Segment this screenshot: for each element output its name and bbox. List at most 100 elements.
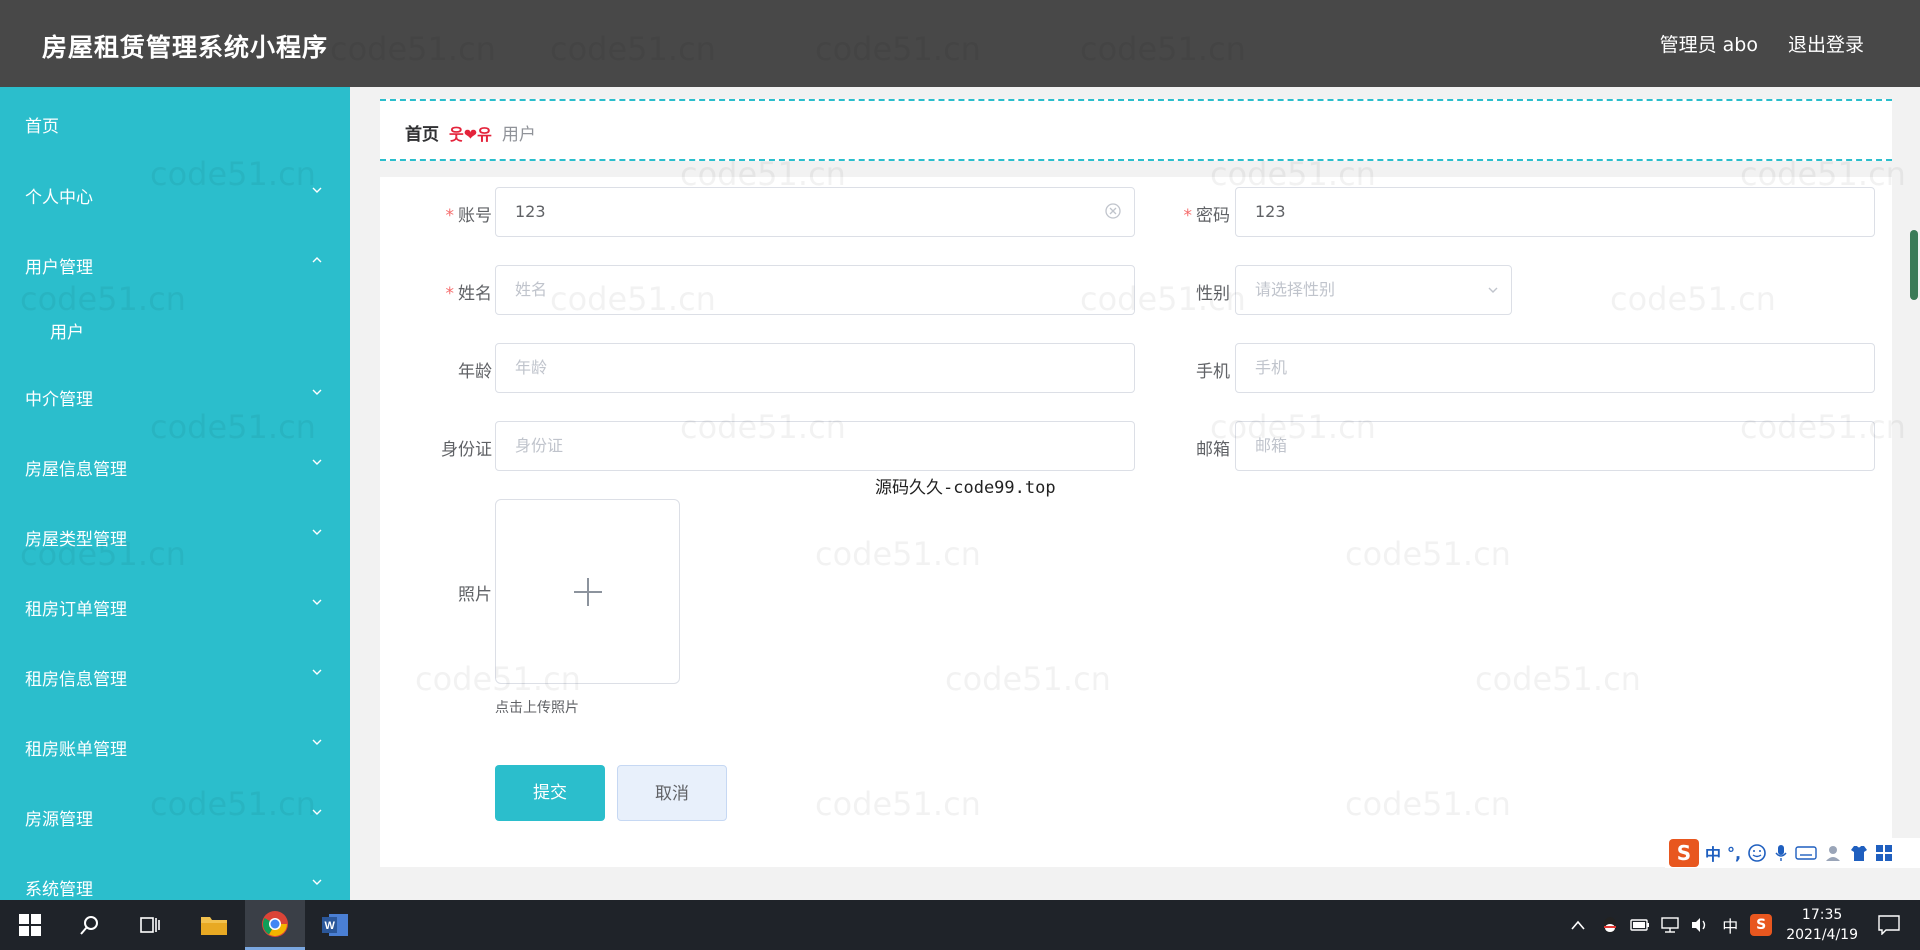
sogou-s-icon[interactable]: S bbox=[1669, 839, 1699, 867]
clear-icon[interactable] bbox=[1104, 202, 1122, 220]
cancel-button[interactable]: 取消 bbox=[617, 765, 727, 821]
submit-button[interactable]: 提交 bbox=[495, 765, 605, 821]
age-label: 年龄 bbox=[422, 357, 492, 382]
photo-upload[interactable] bbox=[495, 499, 680, 684]
volume-icon[interactable] bbox=[1690, 916, 1710, 934]
page-scrollbar[interactable] bbox=[1910, 230, 1918, 300]
skin-shirt-icon[interactable] bbox=[1849, 843, 1869, 863]
ime-punct-toggle[interactable]: °, bbox=[1727, 844, 1741, 863]
required-mark: * bbox=[445, 206, 455, 226]
sidebar-item-listing[interactable]: 房源管理 bbox=[0, 795, 350, 835]
account-input[interactable]: 123 bbox=[495, 187, 1135, 237]
sidebar-menu: 首页 个人中心 用户管理 用户 中介管理 房屋信息管理 房屋类型管理 租房订单管… bbox=[0, 87, 350, 900]
word-icon[interactable]: W bbox=[305, 900, 365, 950]
name-input[interactable]: 姓名 bbox=[495, 265, 1135, 315]
password-input[interactable]: 123 bbox=[1235, 187, 1875, 237]
ime-toolbar: S 中 °, bbox=[1665, 838, 1920, 868]
phone-input[interactable]: 手机 bbox=[1235, 343, 1875, 393]
grid-menu-icon[interactable] bbox=[1875, 844, 1893, 862]
sidebar-item-label: 系统管理 bbox=[25, 880, 93, 900]
gender-select[interactable]: 请选择性别 bbox=[1235, 265, 1512, 315]
age-label-text: 年龄 bbox=[458, 362, 492, 382]
breadcrumb: 首页 웃❤유 用户 bbox=[405, 120, 536, 146]
header-actions: 管理员 abo 退出登录 bbox=[1660, 30, 1864, 57]
sidebar-item-rent-info[interactable]: 租房信息管理 bbox=[0, 655, 350, 695]
sidebar-item-house-info[interactable]: 房屋信息管理 bbox=[0, 445, 350, 485]
email-input[interactable]: 邮箱 bbox=[1235, 421, 1875, 471]
age-input[interactable]: 年龄 bbox=[495, 343, 1135, 393]
account-label: * 账号 bbox=[422, 201, 493, 226]
sidebar-subitem-user[interactable]: 用户 bbox=[0, 311, 350, 345]
chrome-icon[interactable] bbox=[245, 900, 305, 950]
chevron-down-icon bbox=[312, 879, 322, 885]
breadcrumb-current: 用户 bbox=[501, 125, 536, 145]
sidebar-item-rent-bill[interactable]: 租房账单管理 bbox=[0, 725, 350, 765]
name-placeholder: 姓名 bbox=[515, 280, 548, 299]
photo-label: 照片 bbox=[422, 580, 492, 605]
ime-lang-indicator[interactable]: 中 bbox=[1722, 913, 1738, 937]
chevron-down-icon bbox=[312, 187, 322, 193]
file-explorer-icon[interactable] bbox=[184, 900, 244, 950]
clock-time: 17:35 bbox=[1801, 907, 1843, 923]
sidebar-item-system[interactable]: 系统管理 bbox=[0, 865, 350, 900]
account-label-text: 账号 bbox=[458, 206, 492, 226]
windows-start-icon[interactable] bbox=[0, 900, 60, 950]
chevron-down-icon bbox=[1488, 287, 1498, 293]
clock[interactable]: 17:35 2021/4/19 bbox=[1786, 905, 1858, 945]
user-form: * 账号 123 * 密码 123 * 姓名 姓名 性别 请选择性别 年龄 年龄 手机… bbox=[380, 177, 1892, 867]
notification-icon[interactable] bbox=[1878, 915, 1900, 935]
required-mark: * bbox=[1183, 206, 1193, 226]
app-title: 房屋租赁管理系统小程序 bbox=[42, 33, 329, 62]
admin-user-label[interactable]: 管理员 abo bbox=[1660, 30, 1758, 57]
name-label-text: 姓名 bbox=[458, 284, 492, 304]
ime-lang-toggle[interactable]: 中 bbox=[1705, 841, 1721, 865]
idcard-input[interactable]: 身份证 bbox=[495, 421, 1135, 471]
gender-label: 性别 bbox=[1160, 279, 1230, 304]
phone-label: 手机 bbox=[1160, 357, 1230, 382]
sidebar-item-rent-order[interactable]: 租房订单管理 bbox=[0, 585, 350, 625]
search-icon[interactable] bbox=[60, 900, 120, 950]
sidebar-item-house-type[interactable]: 房屋类型管理 bbox=[0, 515, 350, 555]
breadcrumb-separator: 웃❤유 bbox=[449, 124, 492, 144]
windows-taskbar: W 中 S 17:35 2021/4/19 bbox=[0, 900, 1920, 950]
qq-icon[interactable] bbox=[1600, 915, 1620, 935]
sidebar-item-label: 中介管理 bbox=[25, 390, 93, 410]
photo-label-text: 照片 bbox=[458, 585, 492, 605]
chevron-down-icon bbox=[312, 459, 322, 465]
svg-text:W: W bbox=[325, 920, 336, 932]
main-content: 首页 웃❤유 用户 * 账号 123 * 密码 123 * 姓名 姓名 性别 请选择性… bbox=[350, 87, 1920, 900]
breadcrumb-home[interactable]: 首页 bbox=[405, 120, 439, 145]
clock-date: 2021/4/19 bbox=[1786, 927, 1858, 943]
battery-icon[interactable] bbox=[1630, 917, 1650, 933]
network-icon[interactable] bbox=[1660, 916, 1680, 934]
chevron-down-icon bbox=[312, 389, 322, 395]
task-view-icon[interactable] bbox=[120, 900, 180, 950]
chevron-down-icon bbox=[312, 599, 322, 605]
top-header: 房屋租赁管理系统小程序 管理员 abo 退出登录 bbox=[0, 0, 1920, 87]
name-label: * 姓名 bbox=[422, 279, 493, 304]
chevron-up-icon[interactable] bbox=[1570, 919, 1586, 931]
gender-placeholder: 请选择性别 bbox=[1255, 280, 1336, 299]
sidebar-item-user-management[interactable]: 用户管理 bbox=[0, 243, 350, 283]
sidebar-item-personal-center[interactable]: 个人中心 bbox=[0, 173, 350, 213]
email-label: 邮箱 bbox=[1160, 435, 1230, 460]
user-icon[interactable] bbox=[1823, 843, 1843, 863]
sidebar-item-home[interactable]: 首页 bbox=[0, 102, 350, 142]
breadcrumb-bar: 首页 웃❤유 用户 bbox=[380, 99, 1892, 161]
sidebar-item-label: 租房账单管理 bbox=[25, 740, 127, 760]
email-label-text: 邮箱 bbox=[1196, 440, 1230, 460]
age-placeholder: 年龄 bbox=[515, 358, 548, 377]
account-value: 123 bbox=[515, 202, 546, 221]
sidebar-item-label: 房源管理 bbox=[25, 810, 93, 830]
phone-placeholder: 手机 bbox=[1255, 358, 1288, 377]
chevron-down-icon bbox=[312, 739, 322, 745]
keyboard-icon[interactable] bbox=[1795, 845, 1817, 861]
required-mark: * bbox=[445, 284, 455, 304]
logout-button[interactable]: 退出登录 bbox=[1788, 30, 1864, 57]
sidebar-item-agent-management[interactable]: 中介管理 bbox=[0, 375, 350, 415]
sogou-tray-icon[interactable]: S bbox=[1750, 914, 1773, 936]
emoji-icon[interactable] bbox=[1747, 843, 1767, 863]
sidebar-subitem-label: 用户 bbox=[50, 323, 84, 343]
microphone-icon[interactable] bbox=[1773, 843, 1789, 863]
chevron-down-icon bbox=[312, 809, 322, 815]
